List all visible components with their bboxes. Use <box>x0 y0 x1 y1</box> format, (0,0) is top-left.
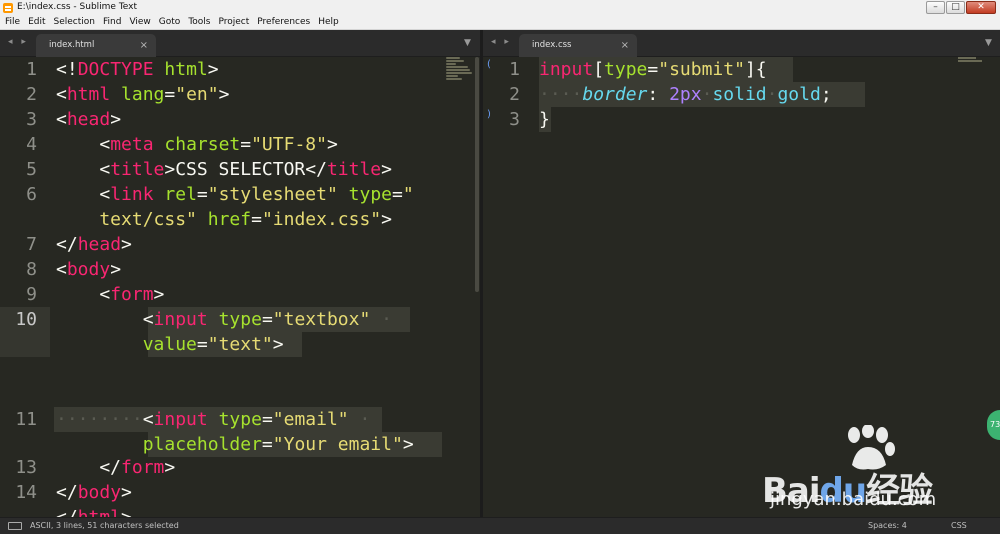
code-text: <title>CSS SELECTOR</title> <box>56 159 392 180</box>
code-line: 4 <meta charset="UTF-8"> <box>0 132 480 157</box>
watermark-url: jingyan.baidu.com <box>770 489 937 510</box>
code-text: <body> <box>56 259 122 280</box>
code-text: } <box>539 109 550 130</box>
line-number: 2 <box>26 84 37 105</box>
scrollbar[interactable] <box>474 57 480 292</box>
menu-tools[interactable]: Tools <box>184 15 214 29</box>
tab-dropdown-icon[interactable]: ▼ <box>985 38 992 48</box>
window-controls: – □ ✕ <box>925 1 996 14</box>
code-line: 8 <body> <box>0 257 480 282</box>
line-number: 6 <box>26 184 37 205</box>
code-line: ) 3 } <box>483 107 1000 132</box>
line-number: 11 <box>15 409 37 430</box>
menu-help[interactable]: Help <box>314 15 343 29</box>
baidu-watermark: Baidu经验 jingyan.baidu.com <box>762 425 962 520</box>
line-number: 10 <box>15 309 37 330</box>
menu-file[interactable]: File <box>0 15 24 29</box>
tab-label: index.css <box>532 40 572 50</box>
code-text: input[type="submit"]{ <box>539 59 767 80</box>
menu-edit[interactable]: Edit <box>24 15 49 29</box>
editor-pane-html-tail[interactable]: 13 </form> 14 </body> </html> <box>0 457 480 517</box>
code-text: <input type="textbox" · value="text"> <box>56 309 393 355</box>
tab-index-css[interactable]: index.css × <box>519 34 637 57</box>
code-line: 2 <html lang="en"> <box>0 82 480 107</box>
code-text: </form> <box>56 457 176 478</box>
menu-bar: File Edit Selection Find View Goto Tools… <box>0 15 1000 30</box>
code-text: </head> <box>56 234 132 255</box>
tab-close-icon[interactable]: × <box>621 34 629 57</box>
code-line: 13 </form> <box>0 457 480 480</box>
menu-selection[interactable]: Selection <box>50 15 99 29</box>
status-bar: ASCII, 3 lines, 51 characters selected S… <box>0 517 1000 534</box>
menu-view[interactable]: View <box>125 15 154 29</box>
line-number: 13 <box>15 457 37 478</box>
status-syntax[interactable]: CSS <box>951 518 967 534</box>
tab-dropdown-icon[interactable]: ▼ <box>464 38 471 48</box>
code-line: 6 <link rel="stylesheet" type=" text/css… <box>0 182 480 232</box>
line-number: 9 <box>26 284 37 305</box>
window-title: E:\index.css - Sublime Text <box>17 2 138 12</box>
line-number: 7 <box>26 234 37 255</box>
code-text: <link rel="stylesheet" type=" text/css" … <box>56 184 414 230</box>
code-text: <!DOCTYPE html> <box>56 59 219 80</box>
close-button[interactable]: ✕ <box>966 1 996 14</box>
code-text: <html lang="en"> <box>56 84 230 105</box>
line-number: 3 <box>509 109 520 130</box>
tab-label: index.html <box>49 40 95 50</box>
editor-pane-html[interactable]: 1 <!DOCTYPE html> 2 <html lang="en"> 3 <… <box>0 57 480 517</box>
minimap[interactable] <box>446 57 474 87</box>
code-line-selected: 2 ····border: 2px·solid·gold; <box>483 82 1000 107</box>
menu-find[interactable]: Find <box>99 15 125 29</box>
title-bar: E:\index.css - Sublime Text – □ ✕ <box>0 0 1000 15</box>
tab-nav-arrows-icon[interactable]: ◂ ▸ <box>8 37 29 47</box>
line-number: 3 <box>26 109 37 130</box>
menu-preferences[interactable]: Preferences <box>253 15 314 29</box>
code-line-selected: 10 <input type="textbox" · value="text"> <box>0 307 480 357</box>
tab-nav-arrows-icon[interactable]: ◂ ▸ <box>491 37 512 47</box>
sublime-text-icon <box>3 2 13 13</box>
tab-index-html[interactable]: index.html × <box>36 34 156 57</box>
code-line-selected: 11 ········<input type="email" · placeho… <box>0 407 480 457</box>
code-text: <meta charset="UTF-8"> <box>56 134 338 155</box>
code-text: </html> <box>56 505 132 517</box>
code-line: 9 <form> <box>0 282 480 307</box>
status-indentation[interactable]: Spaces: 4 <box>868 518 907 534</box>
code-line: 14 </body> <box>0 480 480 505</box>
code-line: </html> <box>0 505 480 517</box>
line-number: 1 <box>26 59 37 80</box>
tab-bar-right: ◂ ▸ index.css × ▼ <box>483 30 1000 57</box>
line-number: 1 <box>509 59 520 80</box>
menu-goto[interactable]: Goto <box>155 15 185 29</box>
code-text: </body> <box>56 482 132 503</box>
code-line: 5 <title>CSS SELECTOR</title> <box>0 157 480 182</box>
code-text: <form> <box>56 284 165 305</box>
minimap[interactable] <box>958 57 988 67</box>
tab-close-icon[interactable]: × <box>140 34 148 57</box>
code-text: <head> <box>56 109 122 130</box>
scrollbar-thumb[interactable] <box>475 57 479 292</box>
code-line: 7 </head> <box>0 232 480 257</box>
code-text: ····border: 2px·solid·gold; <box>539 84 832 105</box>
status-selection-info: ASCII, 3 lines, 51 characters selected <box>30 521 179 530</box>
line-number: 2 <box>509 84 520 105</box>
line-number: 14 <box>15 482 37 503</box>
line-number: 8 <box>26 259 37 280</box>
line-number: 5 <box>26 159 37 180</box>
maximize-button[interactable]: □ <box>946 1 965 14</box>
code-line-selected: ( 1 input[type="submit"]{ <box>483 57 1000 82</box>
panel-toggle-icon[interactable] <box>8 522 22 530</box>
code-text: ········<input type="email" · placeholde… <box>56 409 414 455</box>
menu-project[interactable]: Project <box>214 15 253 29</box>
line-number: 4 <box>26 134 37 155</box>
code-line: 3 <head> <box>0 107 480 132</box>
minimize-button[interactable]: – <box>926 1 945 14</box>
tab-bar-left: ◂ ▸ index.html × ▼ <box>0 30 480 57</box>
code-line: 1 <!DOCTYPE html> <box>0 57 480 82</box>
